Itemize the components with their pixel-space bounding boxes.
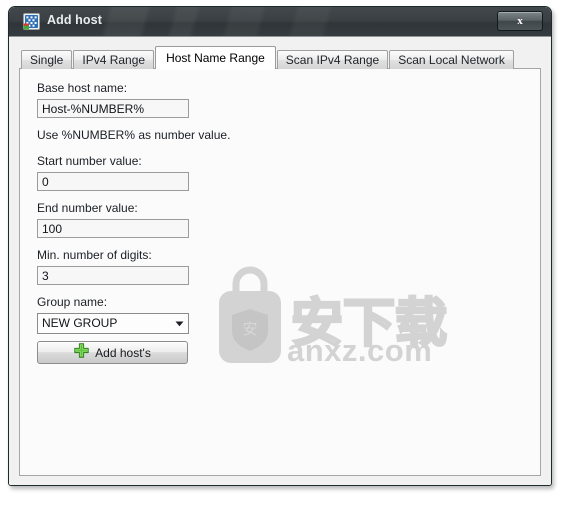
end-number-label: End number value: xyxy=(37,201,138,215)
window-title: Add host xyxy=(47,13,102,27)
group-name-combobox[interactable] xyxy=(37,313,189,334)
tab-ipv4-range[interactable]: IPv4 Range xyxy=(73,50,155,69)
end-number-input[interactable] xyxy=(37,219,189,238)
group-name-input[interactable] xyxy=(37,313,189,334)
min-digits-label: Min. number of digits: xyxy=(37,248,152,262)
close-button[interactable]: x xyxy=(497,11,543,31)
number-token-hint: Use %NUMBER% as number value. xyxy=(37,128,231,142)
chevron-down-icon[interactable] xyxy=(170,314,188,333)
tab-label: Host Name Range xyxy=(166,51,265,65)
close-icon: x xyxy=(517,15,523,27)
start-number-label: Start number value: xyxy=(37,154,142,168)
add-host-window: Add host x Single IPv4 Range Host Name R… xyxy=(8,6,552,486)
start-number-input[interactable] xyxy=(37,172,189,191)
tab-control: Single IPv4 Range Host Name Range Scan I… xyxy=(19,46,541,476)
min-digits-input[interactable] xyxy=(37,266,189,285)
tab-page-host-name-range: Base host name: Use %NUMBER% as number v… xyxy=(19,68,541,476)
window-client-area: Single IPv4 Range Host Name Range Scan I… xyxy=(9,37,551,485)
tab-scan-local-network[interactable]: Scan Local Network xyxy=(389,50,514,69)
add-hosts-button[interactable]: Add host's xyxy=(37,341,188,364)
add-hosts-label: Add host's xyxy=(95,345,151,360)
tab-host-name-range[interactable]: Host Name Range xyxy=(155,46,276,70)
app-icon xyxy=(23,13,40,30)
tab-label: Scan IPv4 Range xyxy=(285,53,380,67)
window-title-bar: Add host x xyxy=(9,7,551,37)
green-plus-icon xyxy=(74,342,89,363)
tab-strip: Single IPv4 Range Host Name Range Scan I… xyxy=(19,46,541,70)
group-name-label: Group name: xyxy=(37,295,108,309)
base-host-name-label: Base host name: xyxy=(37,81,128,95)
tab-label: Scan Local Network xyxy=(398,53,505,67)
tab-single[interactable]: Single xyxy=(21,50,73,69)
base-host-name-input[interactable] xyxy=(37,99,189,118)
tab-label: IPv4 Range xyxy=(82,53,146,67)
host-name-range-form: Base host name: Use %NUMBER% as number v… xyxy=(37,81,357,344)
tab-label: Single xyxy=(30,53,64,67)
tab-scan-ipv4-range[interactable]: Scan IPv4 Range xyxy=(276,50,389,69)
